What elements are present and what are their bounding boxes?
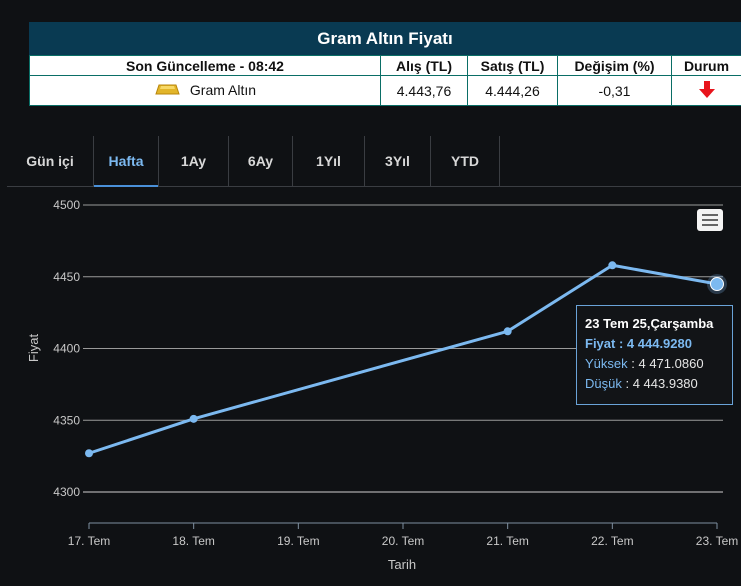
cell-buy: 4.443,76 — [380, 75, 468, 106]
tab-2[interactable]: 1Ay — [159, 136, 229, 186]
cell-name: Gram Altın — [29, 75, 381, 106]
tab-6[interactable]: YTD — [431, 136, 500, 186]
tooltip-high-value: 4 471.0860 — [638, 356, 704, 371]
data-point — [503, 327, 512, 336]
x-tick-label: 18. Tem — [172, 534, 214, 548]
tooltip-low: Düşük : 4 443.9380 — [585, 376, 698, 391]
chart-tooltip: 23 Tem 25,Çarşamba Fiyat : 4 444.9280 Yü… — [576, 305, 733, 405]
y-tick-label: 4300 — [53, 485, 80, 499]
tooltip-low-value: 4 443.9380 — [632, 376, 698, 391]
gold-name: Gram Altın — [189, 82, 257, 98]
data-point — [85, 449, 93, 458]
y-tick-label: 4350 — [53, 413, 80, 427]
down-arrow-icon — [698, 81, 715, 98]
data-point — [710, 277, 724, 292]
y-tick-label: 4500 — [53, 198, 80, 212]
y-tick-label: 4450 — [53, 270, 80, 284]
tooltip-date: 23 Tem 25,Çarşamba — [585, 316, 714, 331]
cell-sell: 4.444,26 — [467, 75, 558, 106]
x-tick-label: 23. Tem — [696, 534, 738, 548]
header-status: Durum — [671, 55, 741, 76]
y-tick-label: 4400 — [53, 342, 80, 356]
widget-title: Gram Altın Fiyatı — [29, 22, 741, 55]
x-tick-label: 20. Tem — [382, 534, 424, 548]
table-row: Gram Altın 4.443,76 4.444,26 -0,31 — [29, 75, 741, 106]
x-tick-label: 17. Tem — [68, 534, 110, 548]
y-axis-title: Fiyat — [26, 334, 41, 363]
tooltip-price: Fiyat : 4 444.9280 — [585, 336, 692, 351]
tooltip-price-value: 4 444.9280 — [626, 336, 692, 351]
hamburger-menu-icon[interactable] — [697, 209, 723, 231]
price-table: Son Güncelleme - 08:42 Alış (TL) Satış (… — [29, 55, 741, 106]
tab-3[interactable]: 6Ay — [229, 136, 293, 186]
price-table-header: Son Güncelleme - 08:42 Alış (TL) Satış (… — [29, 55, 741, 76]
cell-change: -0,31 — [557, 75, 672, 106]
header-buy: Alış (TL) — [380, 55, 468, 76]
tab-5[interactable]: 3Yıl — [365, 136, 431, 186]
tooltip-low-label: Düşük — [585, 376, 622, 391]
header-sell: Satış (TL) — [467, 55, 558, 76]
x-axis-title: Tarih — [388, 557, 416, 572]
tooltip-high: Yüksek : 4 471.0860 — [585, 356, 704, 371]
gold-bar-icon — [155, 84, 180, 95]
x-tick-label: 19. Tem — [277, 534, 319, 548]
tab-0[interactable]: Gün içi — [7, 136, 94, 186]
x-tick-label: 22. Tem — [591, 534, 633, 548]
header-updated: Son Güncelleme - 08:42 — [29, 55, 381, 76]
header-change: Değişim (%) — [557, 55, 672, 76]
tab-4[interactable]: 1Yıl — [293, 136, 365, 186]
data-point — [189, 414, 198, 423]
tab-1[interactable]: Hafta — [94, 136, 159, 187]
cell-status — [671, 75, 741, 106]
tooltip-price-label: Fiyat — [585, 336, 616, 351]
x-tick-label: 21. Tem — [486, 534, 528, 548]
range-tabs: Gün içi Hafta 1Ay 6Ay 1Yıl 3Yıl YTD — [7, 136, 741, 187]
tooltip-high-label: Yüksek — [585, 356, 628, 371]
data-point — [608, 261, 617, 270]
